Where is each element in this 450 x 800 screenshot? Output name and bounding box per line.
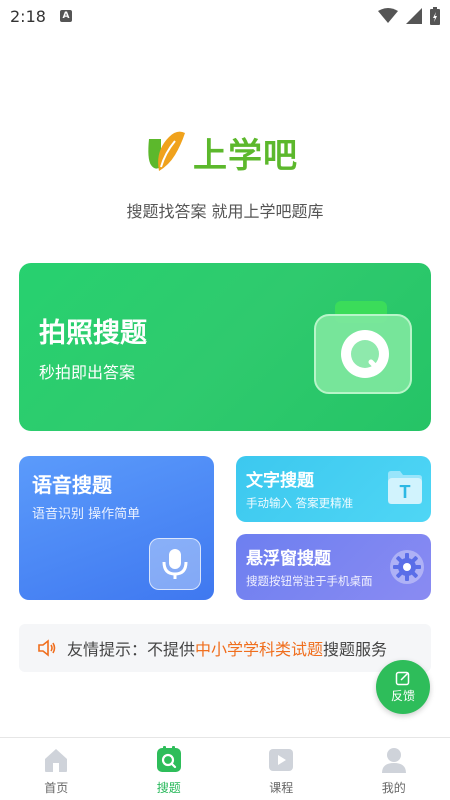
feedback-button[interactable]: 反馈 bbox=[376, 660, 430, 714]
nav-label-profile: 我的 bbox=[381, 781, 406, 795]
feedback-label: 反馈 bbox=[390, 689, 415, 703]
voice-search-card[interactable]: 语音搜题 语音识别 操作简单 bbox=[19, 456, 214, 600]
microphone-icon bbox=[149, 538, 201, 590]
status-bar: 2:18 A bbox=[0, 0, 450, 32]
nav-item-search[interactable]: 搜题 bbox=[113, 738, 226, 800]
nav-item-profile[interactable]: 我的 bbox=[338, 738, 450, 800]
search-icon bbox=[156, 746, 181, 772]
signal-icon bbox=[406, 8, 422, 24]
status-icons bbox=[378, 7, 440, 25]
tip-prefix: 友情提示：不提供 bbox=[67, 640, 196, 659]
voice-search-subtitle: 语音识别 操作简单 bbox=[32, 507, 141, 522]
camera-icon bbox=[314, 301, 412, 394]
play-icon bbox=[269, 749, 294, 771]
voice-search-title: 语音搜题 bbox=[32, 473, 112, 497]
float-search-subtitle: 搜题按钮常驻于手机桌面 bbox=[246, 574, 373, 588]
leaf-logo-icon bbox=[148, 131, 185, 171]
folder-letter: T bbox=[400, 482, 411, 502]
text-search-title: 文字搜题 bbox=[246, 471, 314, 491]
nav-label-home: 首页 bbox=[44, 781, 69, 795]
bottom-nav: 首页 搜题 课程 我的 bbox=[0, 737, 450, 800]
text-search-subtitle: 手动输入 答案更精准 bbox=[246, 496, 354, 510]
text-search-card[interactable]: 文字搜题 手动输入 答案更精准 T bbox=[236, 456, 431, 522]
speaker-icon bbox=[38, 639, 56, 657]
nav-item-courses[interactable]: 课程 bbox=[225, 738, 338, 800]
photo-search-subtitle: 秒拍即出答案 bbox=[39, 363, 136, 382]
home-icon bbox=[45, 749, 68, 772]
gear-icon bbox=[390, 550, 424, 584]
text-folder-icon: T bbox=[388, 471, 422, 504]
status-time: 2:18 bbox=[10, 6, 46, 26]
wifi-icon bbox=[378, 8, 398, 23]
float-search-title: 悬浮窗搜题 bbox=[246, 549, 331, 569]
user-icon bbox=[381, 748, 406, 773]
nav-label-search: 搜题 bbox=[156, 781, 181, 795]
app-logo: 上学吧 bbox=[145, 128, 298, 177]
nav-item-home[interactable]: 首页 bbox=[0, 738, 113, 800]
tip-highlight: 中小学学科类试题 bbox=[195, 640, 324, 659]
photo-search-title: 拍照搜题 bbox=[39, 318, 147, 349]
float-search-card[interactable]: 悬浮窗搜题 搜题按钮常驻于手机桌面 bbox=[236, 534, 431, 600]
edit-icon bbox=[395, 671, 410, 686]
tip-suffix: 搜题服务 bbox=[323, 640, 388, 659]
tip-bar: 友情提示：不提供 中小学学科类试题 搜题服务 bbox=[19, 624, 431, 672]
photo-search-card[interactable]: 拍照搜题 秒拍即出答案 bbox=[19, 263, 431, 431]
tagline: 搜题找答案 就用上学吧题库 bbox=[126, 202, 324, 221]
logo-text: 上学吧 bbox=[193, 136, 298, 176]
battery-icon bbox=[430, 7, 440, 25]
nav-label-courses: 课程 bbox=[269, 781, 294, 795]
notification-icon: A bbox=[59, 10, 72, 22]
